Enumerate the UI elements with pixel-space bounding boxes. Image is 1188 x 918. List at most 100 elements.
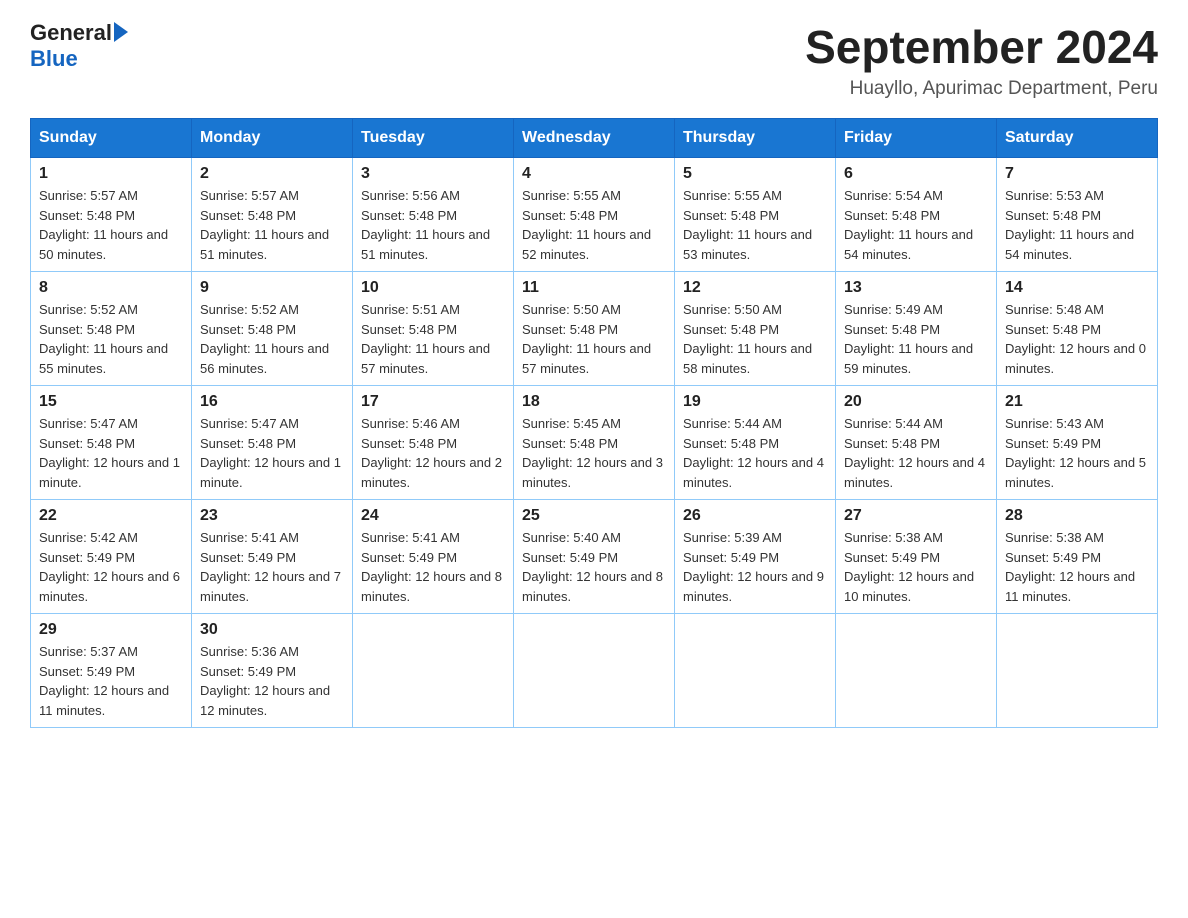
day-info: Sunrise: 5:53 AMSunset: 5:48 PMDaylight:… (1005, 186, 1149, 264)
calendar-cell: 3 Sunrise: 5:56 AMSunset: 5:48 PMDaylight… (353, 158, 514, 272)
day-number: 14 (1005, 279, 1149, 297)
calendar-cell: 21 Sunrise: 5:43 AMSunset: 5:49 PMDayligh… (997, 386, 1158, 500)
calendar-week-row: 29 Sunrise: 5:37 AMSunset: 5:49 PMDayligh… (31, 614, 1158, 728)
location-subtitle: Huayllo, Apurimac Department, Peru (805, 78, 1158, 100)
column-header-saturday: Saturday (997, 119, 1158, 158)
day-info: Sunrise: 5:46 AMSunset: 5:48 PMDaylight:… (361, 414, 505, 492)
logo-arrow-icon (114, 22, 128, 42)
day-info: Sunrise: 5:50 AMSunset: 5:48 PMDaylight:… (683, 300, 827, 378)
day-number: 21 (1005, 393, 1149, 411)
calendar-cell: 16 Sunrise: 5:47 AMSunset: 5:48 PMDayligh… (192, 386, 353, 500)
day-info: Sunrise: 5:36 AMSunset: 5:49 PMDaylight:… (200, 642, 344, 720)
calendar-cell: 20 Sunrise: 5:44 AMSunset: 5:48 PMDayligh… (836, 386, 997, 500)
calendar-cell: 8Sunrise: 5:52 AMSunset: 5:48 PMDaylight… (31, 272, 192, 386)
calendar-cell (514, 614, 675, 728)
day-number: 5 (683, 165, 827, 183)
calendar-cell (675, 614, 836, 728)
column-header-wednesday: Wednesday (514, 119, 675, 158)
day-number: 30 (200, 621, 344, 639)
calendar-cell: 13 Sunrise: 5:49 AMSunset: 5:48 PMDayligh… (836, 272, 997, 386)
day-info: Sunrise: 5:43 AMSunset: 5:49 PMDaylight:… (1005, 414, 1149, 492)
column-header-thursday: Thursday (675, 119, 836, 158)
day-number: 11 (522, 279, 666, 297)
calendar-cell: 1 Sunrise: 5:57 AMSunset: 5:48 PMDaylight… (31, 158, 192, 272)
day-number: 6 (844, 165, 988, 183)
day-info: Sunrise: 5:40 AMSunset: 5:49 PMDaylight:… (522, 528, 666, 606)
day-info: Sunrise: 5:50 AMSunset: 5:48 PMDaylight:… (522, 300, 666, 378)
day-info: Sunrise: 5:55 AMSunset: 5:48 PMDaylight:… (522, 186, 666, 264)
day-number: 19 (683, 393, 827, 411)
day-number: 9 (200, 279, 344, 297)
calendar-cell: 2 Sunrise: 5:57 AMSunset: 5:48 PMDaylight… (192, 158, 353, 272)
calendar-week-row: 8Sunrise: 5:52 AMSunset: 5:48 PMDaylight… (31, 272, 1158, 386)
day-info: Sunrise: 5:57 AMSunset: 5:48 PMDaylight:… (200, 186, 344, 264)
month-year-title: September 2024 (805, 20, 1158, 74)
calendar-cell: 11 Sunrise: 5:50 AMSunset: 5:48 PMDayligh… (514, 272, 675, 386)
calendar-week-row: 22Sunrise: 5:42 AMSunset: 5:49 PMDayligh… (31, 500, 1158, 614)
title-section: September 2024 Huayllo, Apurimac Departm… (805, 20, 1158, 100)
day-info: Sunrise: 5:57 AMSunset: 5:48 PMDaylight:… (39, 186, 183, 264)
day-number: 10 (361, 279, 505, 297)
column-header-monday: Monday (192, 119, 353, 158)
day-number: 28 (1005, 507, 1149, 525)
calendar-cell: 19Sunrise: 5:44 AMSunset: 5:48 PMDayligh… (675, 386, 836, 500)
day-number: 17 (361, 393, 505, 411)
day-number: 23 (200, 507, 344, 525)
day-info: Sunrise: 5:49 AMSunset: 5:48 PMDaylight:… (844, 300, 988, 378)
day-number: 24 (361, 507, 505, 525)
calendar-cell: 17 Sunrise: 5:46 AMSunset: 5:48 PMDayligh… (353, 386, 514, 500)
day-number: 15 (39, 393, 183, 411)
day-info: Sunrise: 5:38 AMSunset: 5:49 PMDaylight:… (844, 528, 988, 606)
day-info: Sunrise: 5:44 AMSunset: 5:48 PMDaylight:… (844, 414, 988, 492)
calendar-cell (353, 614, 514, 728)
day-info: Sunrise: 5:47 AMSunset: 5:48 PMDaylight:… (200, 414, 344, 492)
calendar-cell: 4 Sunrise: 5:55 AMSunset: 5:48 PMDaylight… (514, 158, 675, 272)
calendar-week-row: 15 Sunrise: 5:47 AMSunset: 5:48 PMDayligh… (31, 386, 1158, 500)
calendar-cell: 26 Sunrise: 5:39 AMSunset: 5:49 PMDayligh… (675, 500, 836, 614)
day-number: 13 (844, 279, 988, 297)
calendar-cell: 23Sunrise: 5:41 AMSunset: 5:49 PMDayligh… (192, 500, 353, 614)
day-info: Sunrise: 5:48 AMSunset: 5:48 PMDaylight:… (1005, 300, 1149, 378)
day-number: 12 (683, 279, 827, 297)
calendar-cell: 28 Sunrise: 5:38 AMSunset: 5:49 PMDayligh… (997, 500, 1158, 614)
page-header: General Blue September 2024 Huayllo, Apu… (30, 20, 1158, 100)
calendar-table: SundayMondayTuesdayWednesdayThursdayFrid… (30, 118, 1158, 728)
logo-general-text: General (30, 20, 112, 46)
day-info: Sunrise: 5:52 AMSunset: 5:48 PMDaylight:… (200, 300, 344, 378)
day-info: Sunrise: 5:56 AMSunset: 5:48 PMDaylight:… (361, 186, 505, 264)
calendar-cell: 7Sunrise: 5:53 AMSunset: 5:48 PMDaylight… (997, 158, 1158, 272)
calendar-cell: 30 Sunrise: 5:36 AMSunset: 5:49 PMDayligh… (192, 614, 353, 728)
day-number: 3 (361, 165, 505, 183)
column-header-friday: Friday (836, 119, 997, 158)
calendar-cell: 14 Sunrise: 5:48 AMSunset: 5:48 PMDayligh… (997, 272, 1158, 386)
calendar-cell: 27Sunrise: 5:38 AMSunset: 5:49 PMDayligh… (836, 500, 997, 614)
column-header-tuesday: Tuesday (353, 119, 514, 158)
day-number: 20 (844, 393, 988, 411)
calendar-cell (997, 614, 1158, 728)
logo: General Blue (30, 20, 128, 72)
logo-blue-text: Blue (30, 46, 78, 72)
calendar-cell: 18Sunrise: 5:45 AMSunset: 5:48 PMDayligh… (514, 386, 675, 500)
day-info: Sunrise: 5:47 AMSunset: 5:48 PMDaylight:… (39, 414, 183, 492)
day-info: Sunrise: 5:38 AMSunset: 5:49 PMDaylight:… (1005, 528, 1149, 606)
column-header-sunday: Sunday (31, 119, 192, 158)
calendar-cell: 29 Sunrise: 5:37 AMSunset: 5:49 PMDayligh… (31, 614, 192, 728)
day-number: 4 (522, 165, 666, 183)
day-number: 1 (39, 165, 183, 183)
calendar-header-row: SundayMondayTuesdayWednesdayThursdayFrid… (31, 119, 1158, 158)
day-number: 2 (200, 165, 344, 183)
day-number: 16 (200, 393, 344, 411)
day-number: 25 (522, 507, 666, 525)
day-info: Sunrise: 5:54 AMSunset: 5:48 PMDaylight:… (844, 186, 988, 264)
day-info: Sunrise: 5:37 AMSunset: 5:49 PMDaylight:… (39, 642, 183, 720)
day-info: Sunrise: 5:45 AMSunset: 5:48 PMDaylight:… (522, 414, 666, 492)
day-number: 29 (39, 621, 183, 639)
day-info: Sunrise: 5:52 AMSunset: 5:48 PMDaylight:… (39, 300, 183, 378)
calendar-cell: 5Sunrise: 5:55 AMSunset: 5:48 PMDaylight… (675, 158, 836, 272)
calendar-cell: 12 Sunrise: 5:50 AMSunset: 5:48 PMDayligh… (675, 272, 836, 386)
day-info: Sunrise: 5:39 AMSunset: 5:49 PMDaylight:… (683, 528, 827, 606)
day-number: 26 (683, 507, 827, 525)
day-info: Sunrise: 5:41 AMSunset: 5:49 PMDaylight:… (361, 528, 505, 606)
calendar-cell: 15 Sunrise: 5:47 AMSunset: 5:48 PMDayligh… (31, 386, 192, 500)
day-info: Sunrise: 5:42 AMSunset: 5:49 PMDaylight:… (39, 528, 183, 606)
